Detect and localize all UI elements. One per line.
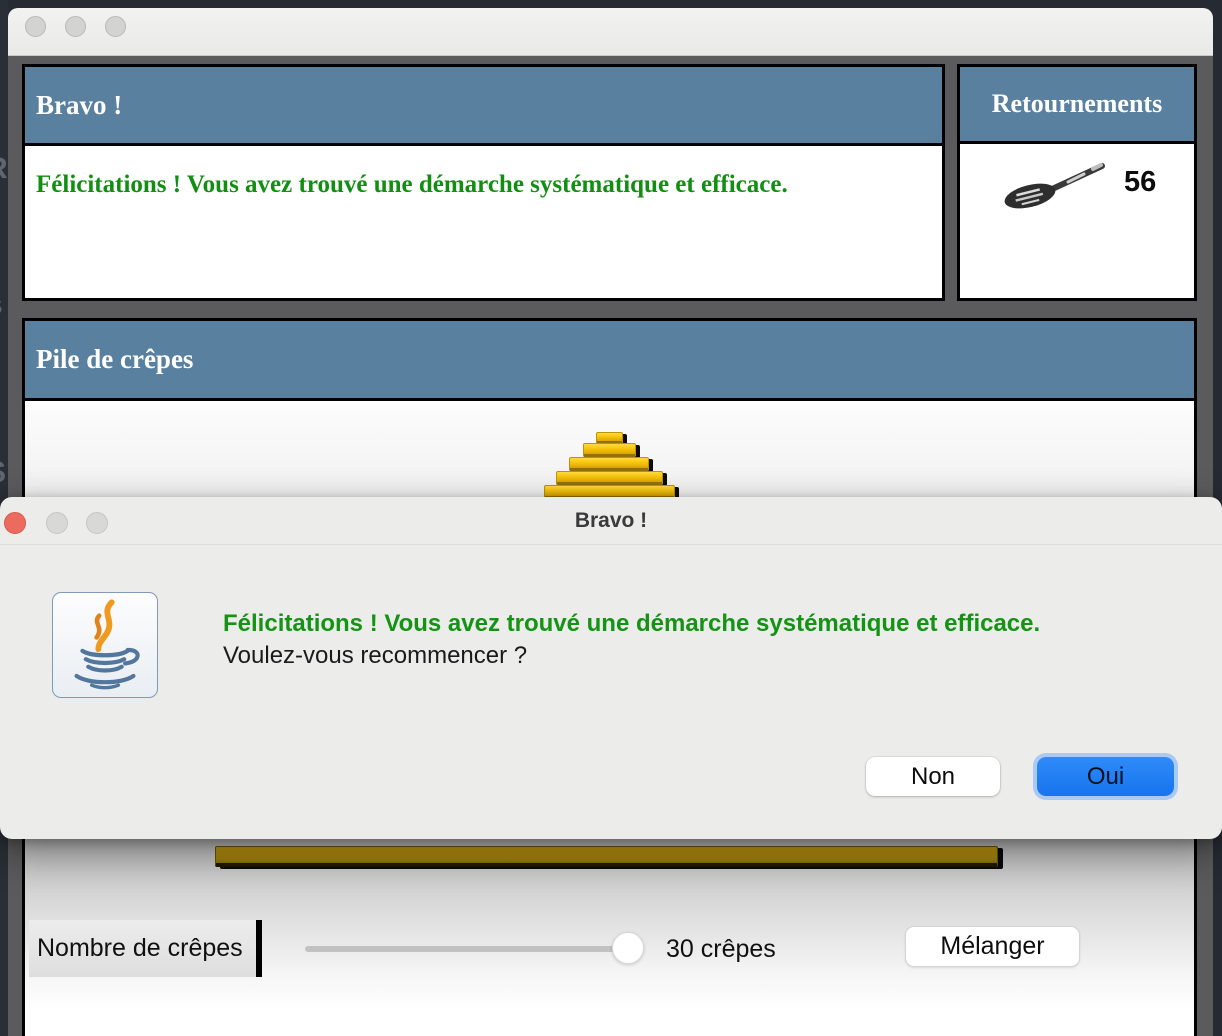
flip-count: 56 bbox=[1124, 166, 1156, 199]
crepes-slider-value: 30 crêpes bbox=[666, 935, 776, 964]
crepes-slider-thumb[interactable] bbox=[612, 932, 644, 964]
dialog-zoom-icon bbox=[86, 512, 108, 534]
dialog-message: Félicitations ! Vous avez trouvé une dém… bbox=[223, 608, 1040, 672]
retournements-panel-title: Retournements bbox=[992, 89, 1162, 119]
java-logo-icon bbox=[52, 592, 158, 698]
minimize-icon[interactable] bbox=[65, 16, 86, 37]
bravo-panel-title: Bravo ! bbox=[36, 90, 122, 121]
pile-panel-title: Pile de crêpes bbox=[36, 344, 193, 375]
congratulations-message: Félicitations ! Vous avez trouvé une dém… bbox=[25, 146, 942, 199]
shuffle-button[interactable]: Mélanger bbox=[905, 926, 1080, 967]
close-icon[interactable] bbox=[25, 16, 46, 37]
dialog-title: Bravo ! bbox=[0, 497, 1222, 545]
dialog-message-line1: Félicitations ! Vous avez trouvé une dém… bbox=[223, 608, 1040, 640]
no-button[interactable]: Non bbox=[866, 757, 1000, 796]
pancake[interactable] bbox=[583, 443, 636, 457]
crepes-count-label: Nombre de crêpes bbox=[29, 920, 262, 977]
main-window-titlebar bbox=[8, 8, 1213, 56]
retournements-panel-header: Retournements bbox=[960, 67, 1194, 144]
dialog-message-line2: Voulez-vous recommencer ? bbox=[223, 640, 1040, 672]
pancake[interactable] bbox=[569, 457, 649, 471]
dialog-close-icon[interactable] bbox=[4, 512, 26, 534]
dialog-minimize-icon bbox=[46, 512, 68, 534]
yes-button[interactable]: Oui bbox=[1037, 757, 1174, 796]
bravo-panel-header: Bravo ! bbox=[25, 67, 942, 146]
dialog-body: Félicitations ! Vous avez trouvé une dém… bbox=[0, 546, 1222, 839]
crepes-slider-track[interactable] bbox=[305, 946, 628, 952]
zoom-icon[interactable] bbox=[105, 16, 126, 37]
retournements-panel: Retournements 56 bbox=[957, 64, 1197, 301]
pancake[interactable] bbox=[556, 471, 663, 485]
spatula-icon bbox=[996, 154, 1118, 212]
pancake-bottom[interactable] bbox=[215, 846, 998, 867]
bravo-dialog: Bravo ! Félicitations ! Vous avez trouvé… bbox=[0, 497, 1222, 839]
crepes-count-label-text: Nombre de crêpes bbox=[37, 934, 243, 963]
bravo-panel: Bravo ! Félicitations ! Vous avez trouvé… bbox=[22, 64, 945, 301]
pile-panel-header: Pile de crêpes bbox=[25, 321, 1194, 401]
dialog-titlebar: Bravo ! bbox=[0, 497, 1222, 545]
